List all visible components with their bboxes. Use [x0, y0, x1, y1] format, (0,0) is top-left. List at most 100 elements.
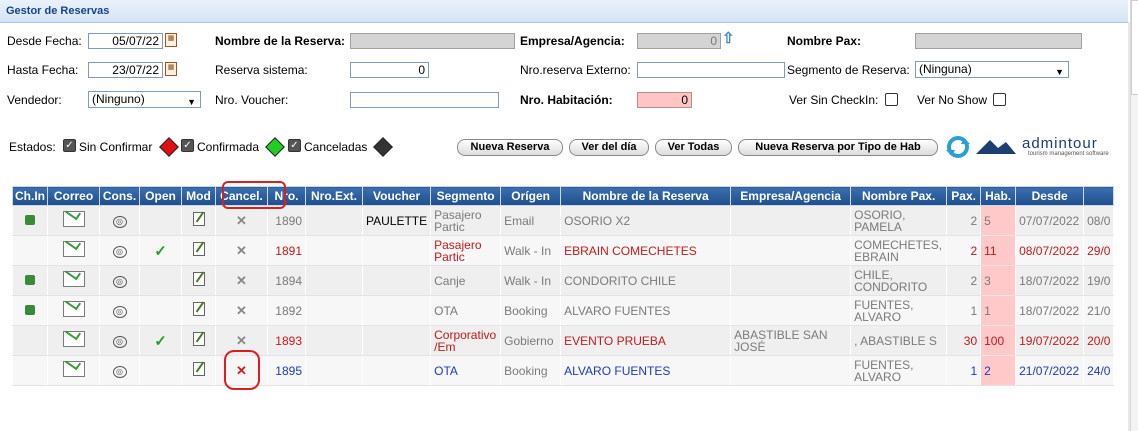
table-row[interactable]: ◎ ✕ 1894 Canje Walk - In CONDORITO CHILE CHILE…	[12, 265, 1115, 296]
correo-cell[interactable]	[47, 235, 100, 266]
cons-cell[interactable]: ◎	[99, 235, 140, 266]
table-row[interactable]: ◎ ✕ 1892 OTA Booking ALVARO FUENTES FUENTES, A…	[12, 295, 1115, 326]
reserva-sistema-input[interactable]: 0	[350, 62, 429, 78]
edit-icon[interactable]	[192, 242, 205, 256]
nueva-reserva-button[interactable]: Nueva Reserva	[457, 139, 563, 156]
ver-del-dia-button[interactable]: Ver del día	[569, 139, 649, 156]
column-header[interactable]: Mod	[181, 186, 216, 206]
column-header[interactable]: Hab.	[980, 186, 1017, 206]
desde-fecha-input[interactable]: 05/07/22	[88, 33, 163, 49]
edit-icon[interactable]	[192, 332, 205, 346]
nombre-pax-input[interactable]	[915, 33, 1082, 49]
empresa-input[interactable]: 0	[637, 33, 721, 49]
column-header[interactable]: Pax.	[946, 186, 982, 206]
mod-cell[interactable]	[181, 205, 216, 236]
cancel-icon[interactable]: ✕	[236, 273, 247, 288]
correo-cell[interactable]	[47, 205, 100, 236]
cancel-cell[interactable]: ✕	[215, 295, 268, 326]
nombre-reserva-input[interactable]	[350, 33, 515, 49]
cancel-cell[interactable]: ✕	[215, 205, 268, 236]
correo-cell[interactable]	[47, 325, 100, 356]
cons-cell[interactable]: ◎	[99, 295, 140, 326]
mail-icon[interactable]	[62, 331, 85, 347]
open-cell[interactable]: ✓	[139, 235, 182, 266]
ver-no-show-checkbox[interactable]	[993, 93, 1006, 106]
mod-cell[interactable]	[181, 265, 216, 296]
cons-cell[interactable]: ◎	[99, 355, 140, 386]
mod-cell[interactable]	[181, 325, 216, 356]
column-header[interactable]: Nro.Ext.	[305, 186, 363, 206]
cancel-cell[interactable]: ✕	[215, 235, 268, 266]
ver-todas-button[interactable]: Ver Todas	[655, 139, 732, 156]
vendedor-select[interactable]: (Ninguno) ▼	[88, 91, 201, 108]
nro-habitacion-input[interactable]: 0	[637, 92, 692, 108]
checkmark-icon[interactable]: ✓	[154, 333, 167, 350]
column-header[interactable]: Segmento	[430, 186, 502, 206]
cons-cell[interactable]: ◎	[99, 205, 140, 236]
mail-icon[interactable]	[62, 271, 85, 287]
checkin-cell[interactable]	[12, 295, 48, 326]
sin-confirmar-checkbox[interactable]: ✓	[63, 139, 76, 152]
search-icon[interactable]: ◎	[112, 276, 127, 288]
column-header[interactable]: Nombre de la Reserva	[560, 186, 732, 206]
hasta-fecha-input[interactable]: 23/07/22	[88, 62, 163, 78]
checkin-cell[interactable]	[12, 265, 48, 296]
edit-icon[interactable]	[192, 362, 205, 376]
nueva-por-tipo-button[interactable]: Nueva Reserva por Tipo de Hab	[738, 139, 938, 156]
cancel-cell[interactable]: ✕	[215, 265, 268, 296]
column-header[interactable]: Nombre Pax.	[850, 186, 948, 206]
mod-cell[interactable]	[181, 295, 216, 326]
column-header[interactable]: Empresa/Agencia	[730, 186, 852, 206]
checkin-cell[interactable]	[12, 205, 48, 236]
edit-icon[interactable]	[192, 272, 205, 286]
mail-icon[interactable]	[62, 361, 85, 377]
cons-cell[interactable]: ◎	[99, 325, 140, 356]
open-cell[interactable]: ✓	[139, 325, 182, 356]
nro-externo-input[interactable]	[637, 62, 785, 78]
mail-icon[interactable]	[62, 241, 85, 257]
cancel-icon[interactable]: ✕	[236, 243, 247, 258]
calendar-icon[interactable]: ▦	[165, 33, 177, 47]
lookup-arrow-icon[interactable]: ⇧	[722, 31, 736, 47]
table-row[interactable]: ◎ ✓ ✕ 1891 Pasajero Partic Walk - In EBRAIN CO…	[12, 235, 1115, 266]
checkmark-icon[interactable]: ✓	[154, 243, 167, 260]
column-header[interactable]: Desde	[1015, 186, 1085, 206]
scrollbar-thumb[interactable]	[1131, 0, 1138, 95]
table-row[interactable]: ◎ ✕ 1895 OTA Booking ALVARO FUENTES FUENTES, A…	[12, 355, 1115, 386]
mail-icon[interactable]	[62, 211, 85, 227]
segmento-select[interactable]: (Ninguna) ▼	[915, 61, 1069, 78]
ver-sin-checkin-checkbox[interactable]	[885, 93, 898, 106]
checkin-icon[interactable]	[25, 274, 35, 285]
correo-cell[interactable]	[47, 295, 100, 326]
mod-cell[interactable]	[181, 355, 216, 386]
search-icon[interactable]: ◎	[112, 306, 127, 318]
vertical-scrollbar[interactable]	[1130, 0, 1138, 431]
correo-cell[interactable]	[47, 355, 100, 386]
search-icon[interactable]: ◎	[112, 336, 127, 348]
cancel-icon[interactable]: ✕	[236, 213, 247, 228]
column-header[interactable]: Correo	[47, 186, 100, 206]
edit-icon[interactable]	[192, 302, 205, 316]
mail-icon[interactable]	[62, 301, 85, 317]
table-row[interactable]: ◎ ✓ ✕ 1893 Corporativo /Em Gobierno EVENTO PRU…	[12, 325, 1115, 356]
checkin-icon[interactable]	[25, 304, 35, 315]
table-row[interactable]: ◎ ✕ 1890 PAULETTE Pasajero Partic Email OSORIO…	[12, 205, 1115, 236]
edit-icon[interactable]	[192, 212, 205, 226]
search-icon[interactable]: ◎	[112, 246, 127, 258]
column-header[interactable]: Orígen	[500, 186, 562, 206]
column-header[interactable]: Ch.In	[12, 186, 48, 206]
canceladas-checkbox[interactable]: ✓	[288, 139, 301, 152]
confirmada-checkbox[interactable]: ✓	[181, 139, 194, 152]
correo-cell[interactable]	[47, 265, 100, 296]
cancel-icon[interactable]: ✕	[236, 303, 247, 318]
search-icon[interactable]: ◎	[112, 366, 127, 378]
checkin-icon[interactable]	[25, 214, 35, 225]
column-header[interactable]	[1083, 186, 1115, 206]
mod-cell[interactable]	[181, 235, 216, 266]
column-header[interactable]: Voucher	[361, 186, 432, 206]
cancel-icon[interactable]: ✕	[236, 333, 247, 348]
column-header[interactable]: Open	[139, 186, 182, 206]
cons-cell[interactable]: ◎	[99, 265, 140, 296]
calendar-icon[interactable]: ▦	[165, 62, 177, 76]
nro-voucher-input[interactable]	[350, 92, 499, 108]
